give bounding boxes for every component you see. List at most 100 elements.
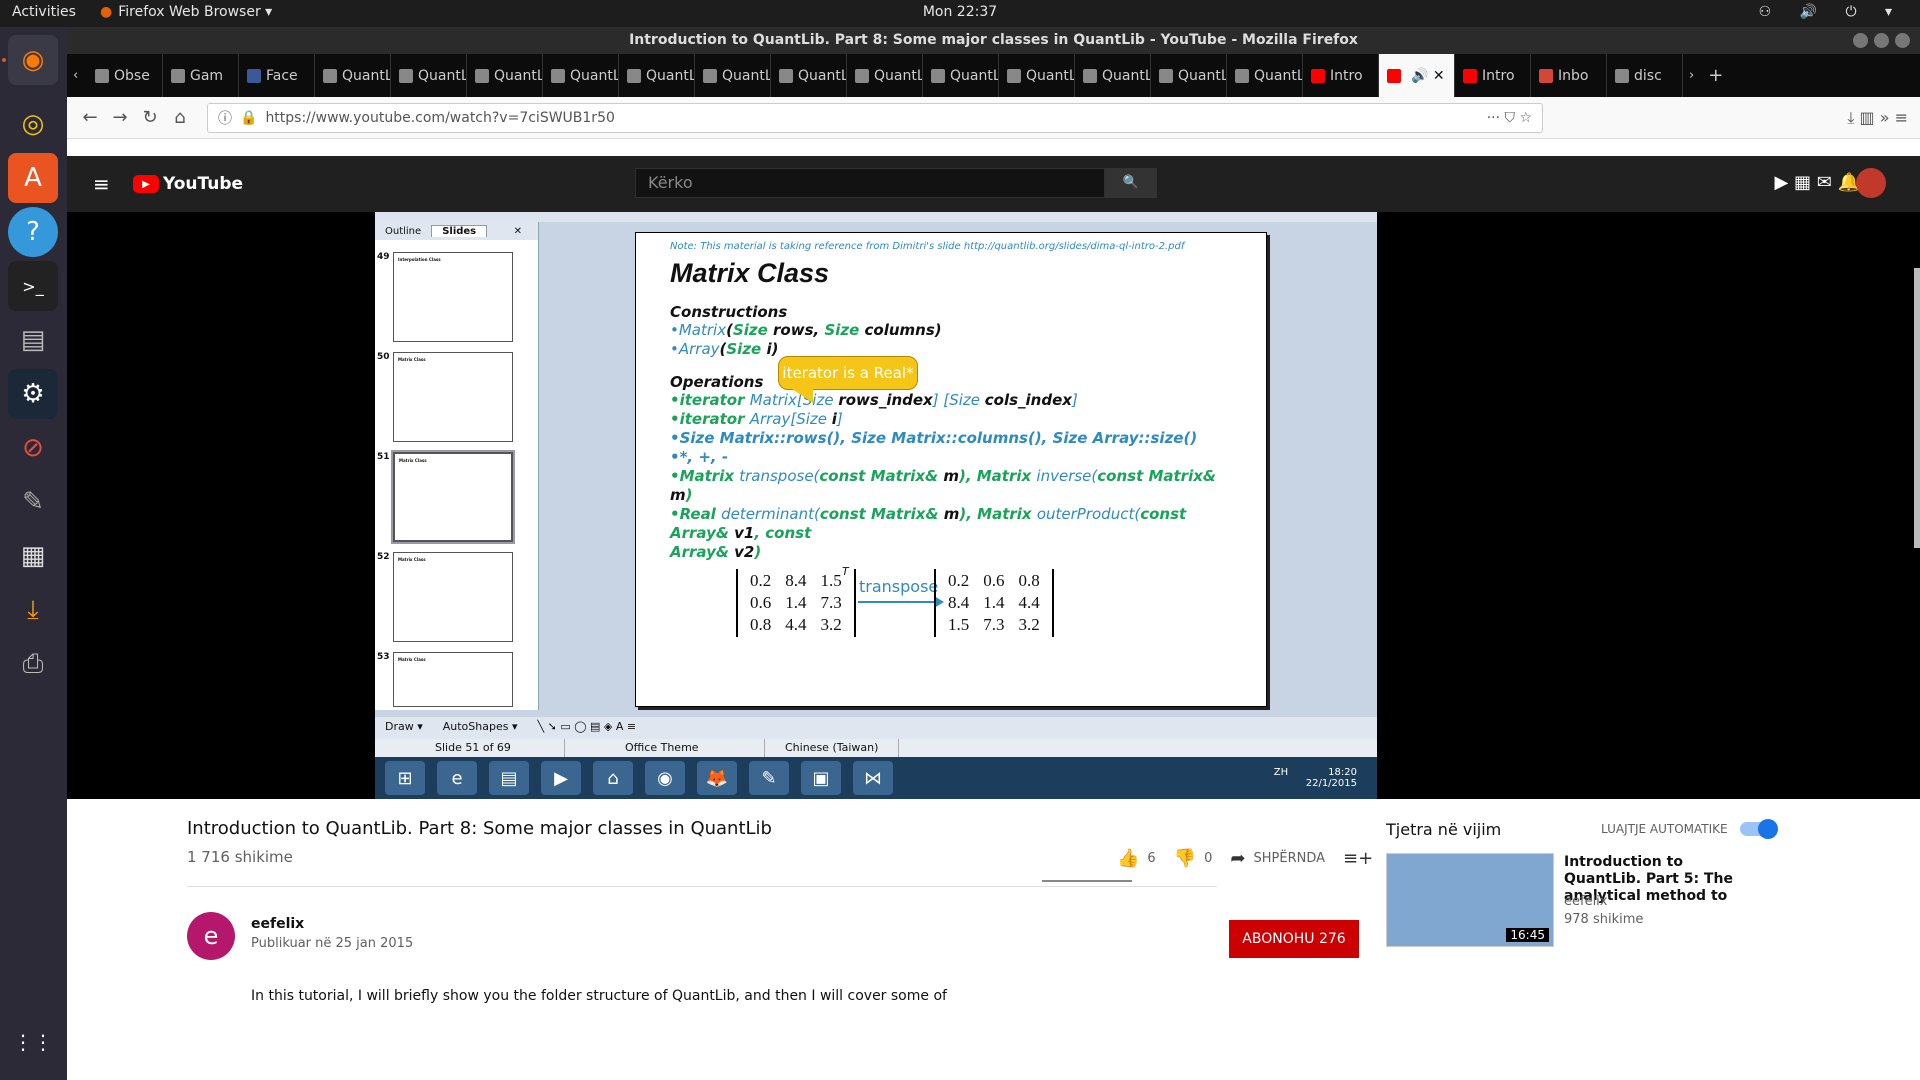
share-button[interactable]: ➦ SHPËRNDA [1230,848,1325,869]
terminal-icon[interactable]: >_ [8,261,58,311]
thumb-title: Matrix Class [398,357,426,362]
start-button[interactable]: ⊞ [385,761,425,795]
slide-thumbnail[interactable]: Matrix Class [393,652,513,707]
video-icon[interactable]: ▦ [8,531,58,581]
drawing-tools[interactable]: ╲ ➘ ▭ ◯ ▤ ◈ A ≡ [537,720,636,736]
explorer-icon[interactable]: ▤ [489,761,529,795]
slide-thumbnail[interactable]: Interpolation Class [393,252,513,342]
close-icon[interactable] [1895,33,1910,48]
store-icon[interactable]: A [8,153,58,203]
header-icons[interactable]: ▶ ▦ ✉ 🔔 [1774,172,1860,193]
like-button[interactable]: 👍 6 [1117,848,1156,869]
system-clock[interactable]: ZH 18:20 22/1/2015 [1274,767,1377,789]
home-icon[interactable]: ⌂ [165,107,195,128]
gimp-icon[interactable]: ✎ [8,477,58,527]
tab-label: Face [266,67,298,84]
tab-close-icon[interactable]: 🔊 ✕ [1411,68,1445,84]
browser-tab[interactable]: QuantLi [771,54,847,97]
files-icon[interactable]: ▤ [8,315,58,365]
tab-scroll-right-icon[interactable]: › [1689,68,1694,83]
browser-tab[interactable]: QuantLi [999,54,1075,97]
browser-tab[interactable]: QuantLi [1227,54,1303,97]
printer-icon[interactable]: ⎙ [8,639,58,689]
browser-tab[interactable]: Obse [87,54,163,97]
visual-studio-icon[interactable]: ⋈ [853,761,893,795]
powerpoint-icon[interactable]: ▣ [801,761,841,795]
tab-scroll-left-icon[interactable]: ‹ [73,68,87,83]
toggle-switch[interactable] [1739,819,1778,839]
download-icon[interactable]: ⤓ [8,585,58,635]
subscribe-button[interactable]: ABONOHU 276 [1229,920,1359,958]
avatar[interactable] [1856,168,1886,198]
slide-thumbnail[interactable]: Matrix Class [393,552,513,642]
new-tab-icon[interactable]: + [1708,65,1723,86]
info-icon[interactable]: ⓘ [218,108,232,128]
system-tray[interactable]: ⚇ 🔊 ⏻ ▾ [1759,4,1904,20]
reload-icon[interactable]: ↻ [135,107,165,128]
pdf-icon[interactable]: ✎ [749,761,789,795]
browser-tab[interactable]: Gam [163,54,239,97]
url-bar[interactable]: ⓘ 🔒 https://www.youtube.com/watch?v=7ciSW… [207,102,1543,133]
browser-tab[interactable]: QuantLi [467,54,543,97]
operation-line: •Real determinant(const Matrix& m), Matr… [670,505,1187,561]
close-pane-icon[interactable]: ✕ [504,226,532,237]
browser-tab[interactable]: QuantLi [315,54,391,97]
page-actions[interactable]: ··· ⛉ ☆ [1487,110,1532,126]
browser-tab[interactable]: QuantLi [543,54,619,97]
browser-tab[interactable]: Inbo [1531,54,1607,97]
recommended-thumbnail[interactable]: 16:45 [1386,853,1554,947]
video-player[interactable]: Outline Slides ✕ 49 Interpolation Class … [67,212,1920,799]
back-icon[interactable]: ← [75,107,105,128]
window-title-bar: Introduction to QuantLib. Part 8: Some m… [67,27,1920,54]
matrix-row: 0.6 1.4 7.3 [744,593,848,613]
slide-thumbnail-selected[interactable]: Matrix Class [391,450,515,544]
browser-tab[interactable]: disc [1607,54,1683,97]
firefox-icon[interactable]: ◉ [8,35,58,85]
url-text[interactable]: https://www.youtube.com/watch?v=7ciSWUB1… [265,110,614,126]
clock[interactable]: Mon 22:37 [0,4,1920,20]
browser-tab[interactable]: Face [239,54,315,97]
dislike-button[interactable]: 👎 0 [1174,848,1213,869]
media-icon[interactable]: ▶ [541,761,581,795]
status-language: Chinese (Taiwan) [765,739,900,757]
forward-icon[interactable]: → [105,107,135,128]
tab-slides[interactable]: Slides [431,225,488,237]
browser-tab[interactable]: QuantLi [391,54,467,97]
browser-tab[interactable]: Intro [1303,54,1379,97]
page-scrollbar[interactable] [1914,268,1920,548]
search-input[interactable]: Kërko [635,168,1105,198]
home-app-icon[interactable]: ⌂ [593,761,633,795]
music-icon[interactable]: ◎ [8,99,58,149]
browser-tab[interactable]: QuantLi [1151,54,1227,97]
chrome-icon[interactable]: ◉ [645,761,685,795]
toolbar-right-icons[interactable]: ⤓ ▥ » ≡ [1847,108,1920,128]
add-to-playlist-icon[interactable]: ≡+ [1343,848,1373,869]
browser-tab[interactable]: QuantLi [695,54,771,97]
tab-active[interactable]: 🔊 ✕ [1379,54,1455,97]
slide-thumbnail[interactable]: Matrix Class [393,352,513,442]
browser-tab[interactable]: QuantLi [847,54,923,97]
browser-tab[interactable]: QuantLi [1075,54,1151,97]
search-button[interactable]: 🔍 [1105,168,1157,198]
firefox-task-icon[interactable]: 🦊 [697,761,737,795]
minimize-icon[interactable] [1853,33,1868,48]
help-icon[interactable]: ? [8,207,58,257]
draw-menu[interactable]: Draw ▾ [385,720,423,736]
youtube-logo[interactable]: ▶ YouTube [133,174,243,194]
ie-icon[interactable]: e [437,761,477,795]
maximize-icon[interactable] [1874,33,1889,48]
menu-icon[interactable]: ≡ [93,172,119,196]
autoplay-toggle[interactable]: LUAJTJE AUTOMATIKE [1601,819,1778,839]
steam-icon[interactable]: ⚙ [8,369,58,419]
channel-avatar[interactable]: e [187,912,235,960]
tab-label: QuantLi [646,67,694,84]
channel-name[interactable]: eefelix [251,916,304,932]
tab-label: QuantLi [874,67,922,84]
browser-tab[interactable]: QuantLi [923,54,999,97]
autoshapes-menu[interactable]: AutoShapes ▾ [443,720,518,736]
blocked-icon[interactable]: ⊘ [8,423,58,473]
show-apps-icon[interactable]: ⋮⋮ [8,1017,58,1067]
browser-tab[interactable]: Intro [1455,54,1531,97]
browser-tab[interactable]: QuantLi [619,54,695,97]
tab-outline[interactable]: Outline [375,226,431,237]
